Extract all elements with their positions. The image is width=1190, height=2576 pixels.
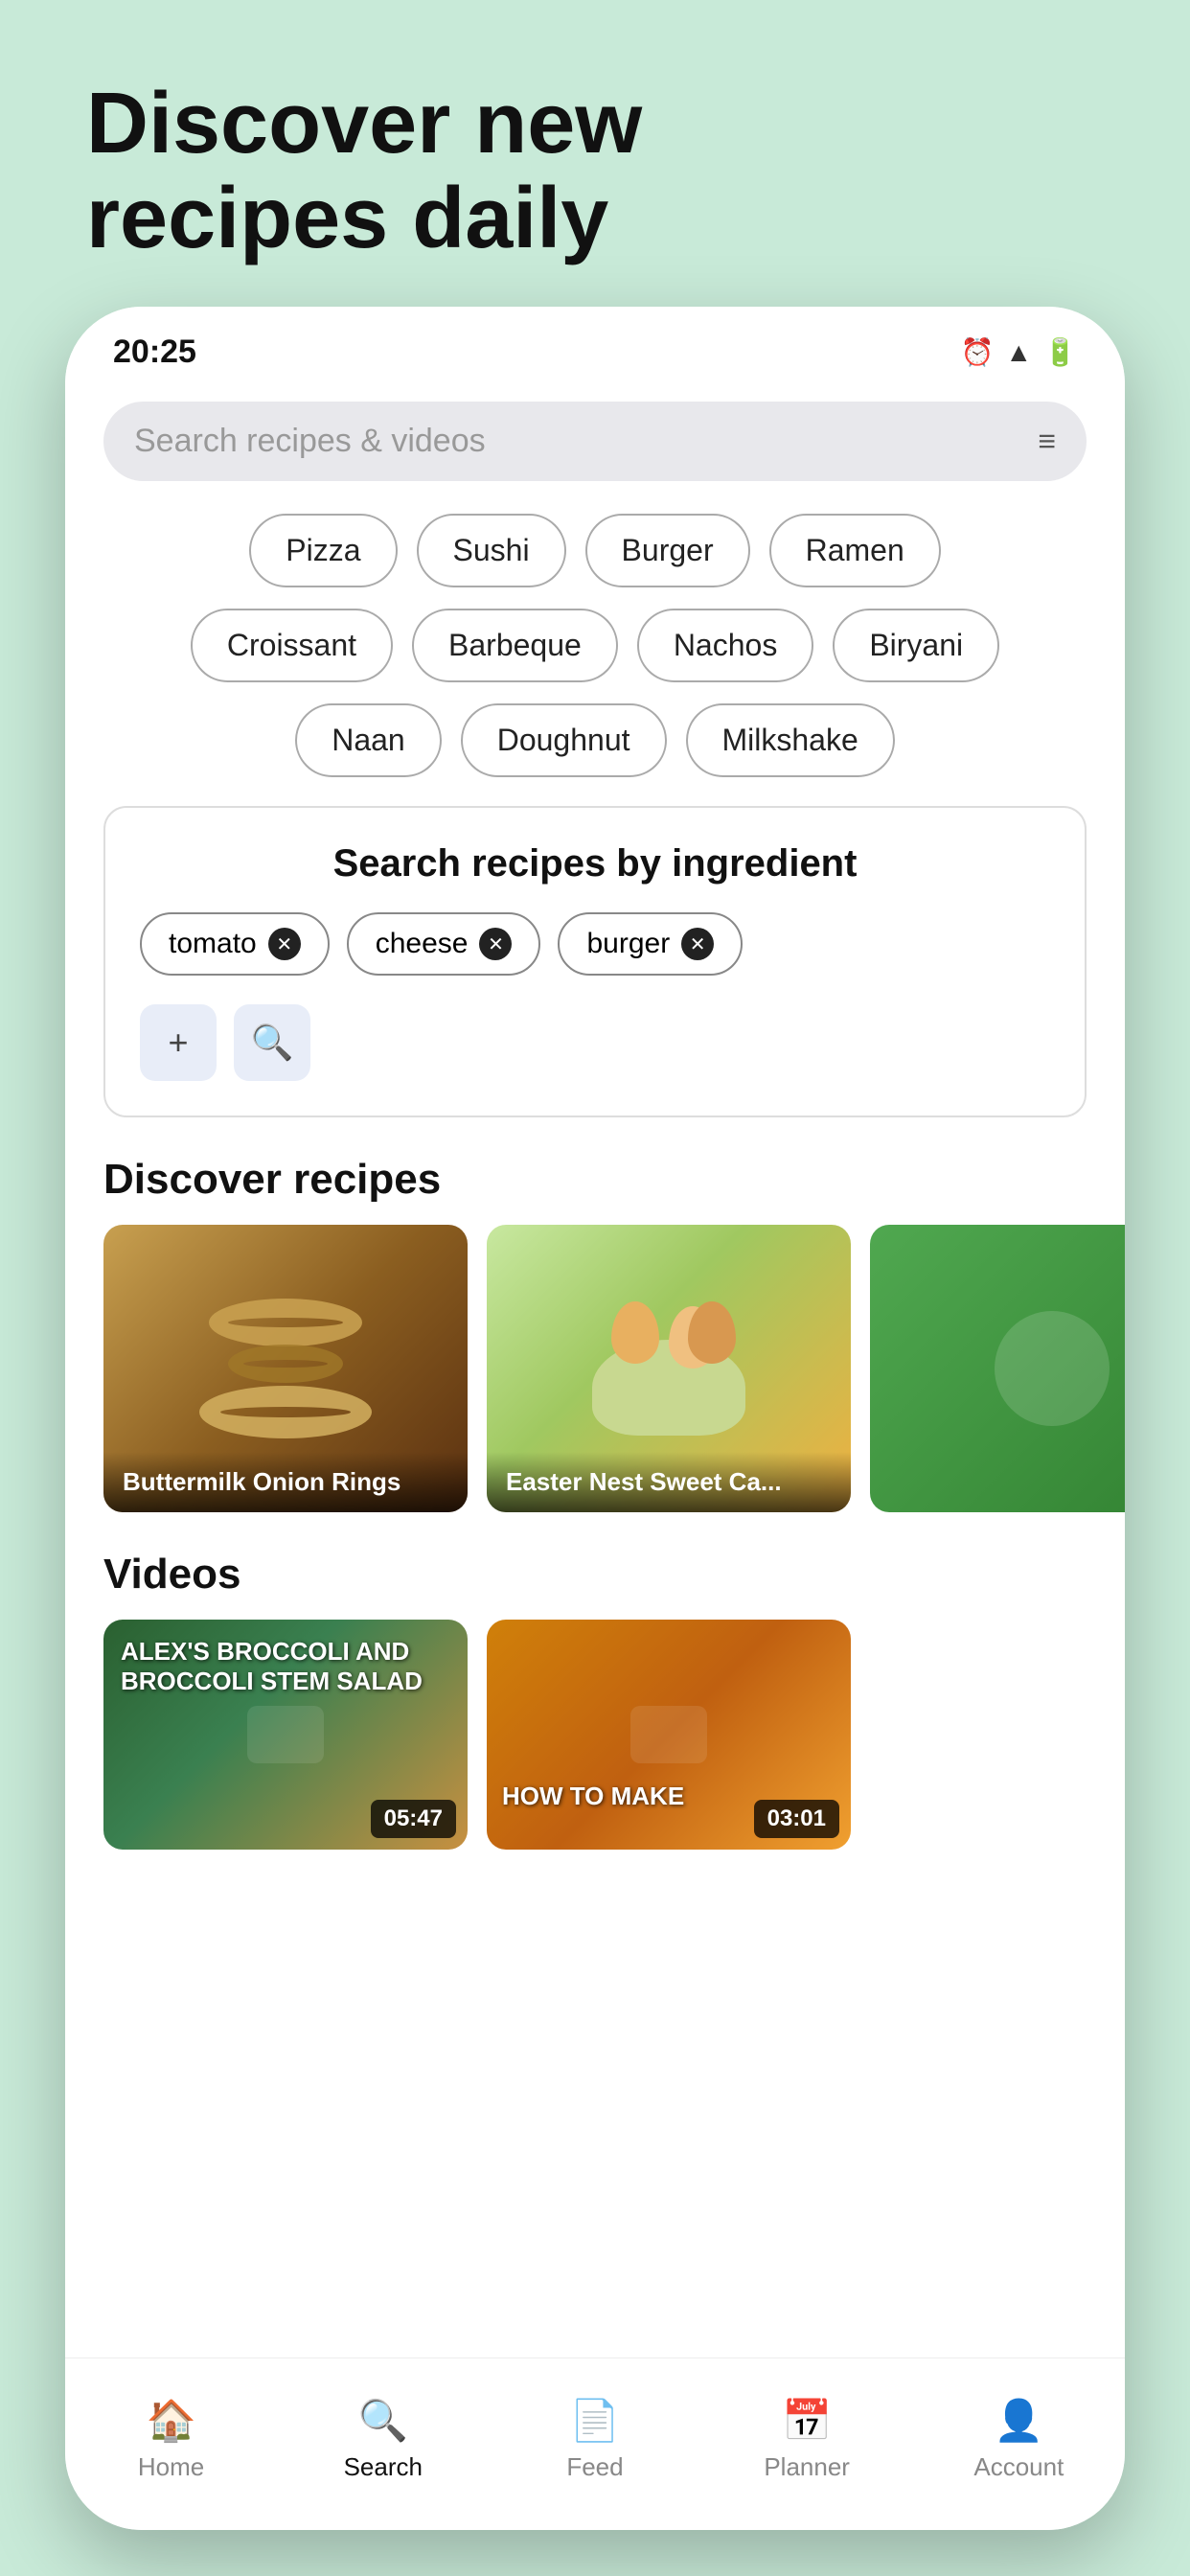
- category-ramen[interactable]: Ramen: [769, 514, 941, 587]
- bottom-nav: 🏠 Home 🔍 Search 📄 Feed 📅 Planner 👤 Accou…: [65, 2358, 1125, 2530]
- category-burger[interactable]: Burger: [585, 514, 750, 587]
- video-duration-cheese: 03:01: [754, 1800, 839, 1838]
- category-barbeque[interactable]: Barbeque: [412, 609, 618, 682]
- nav-feed[interactable]: 📄 Feed: [523, 2398, 667, 2482]
- category-doughnut[interactable]: Doughnut: [461, 703, 667, 777]
- videos-scroll: ALEX'S BROCCOLI AND BROCCOLI STEM SALAD …: [65, 1620, 1125, 1850]
- nav-search-label: Search: [344, 2452, 423, 2482]
- category-sushi[interactable]: Sushi: [417, 514, 566, 587]
- search-ingredient-button[interactable]: 🔍: [234, 1004, 310, 1081]
- discover-recipes-title: Discover recipes: [65, 1146, 1125, 1225]
- feed-icon: 📄: [570, 2398, 620, 2445]
- video-duration-broccoli: 05:47: [371, 1800, 456, 1838]
- ingredient-tag-burger[interactable]: burger ✕: [558, 912, 743, 976]
- remove-tomato-button[interactable]: ✕: [268, 928, 301, 960]
- battery-icon: 🔋: [1043, 336, 1077, 368]
- remove-cheese-button[interactable]: ✕: [479, 928, 512, 960]
- video-card-broccoli[interactable]: ALEX'S BROCCOLI AND BROCCOLI STEM SALAD …: [103, 1620, 468, 1850]
- ingredient-actions: + 🔍: [140, 1004, 1050, 1081]
- status-icons: ⏰ ▲ 🔋: [961, 336, 1077, 368]
- ingredient-tag-label: cheese: [376, 928, 469, 960]
- category-nachos[interactable]: Nachos: [637, 609, 814, 682]
- ingredient-tag-label: tomato: [169, 928, 257, 960]
- category-row-3: Naan Doughnut Milkshake: [103, 703, 1087, 777]
- recipe-card-onion-rings[interactable]: Buttermilk Onion Rings: [103, 1225, 468, 1512]
- video-title-broccoli: ALEX'S BROCCOLI AND BROCCOLI STEM SALAD: [103, 1620, 468, 1714]
- wifi-icon: ▲: [1005, 337, 1032, 368]
- ingredient-search-title: Search recipes by ingredient: [140, 842, 1050, 886]
- nav-feed-label: Feed: [566, 2452, 623, 2482]
- nav-home-label: Home: [138, 2452, 204, 2482]
- videos-section-title: Videos: [65, 1541, 1125, 1620]
- ingredient-tag-tomato[interactable]: tomato ✕: [140, 912, 330, 976]
- category-row-2: Croissant Barbeque Nachos Biryani: [103, 609, 1087, 682]
- add-ingredient-button[interactable]: +: [140, 1004, 217, 1081]
- planner-icon: 📅: [782, 2398, 832, 2445]
- nav-planner[interactable]: 📅 Planner: [735, 2398, 879, 2482]
- ingredient-tags: tomato ✕ cheese ✕ burger ✕: [140, 912, 1050, 976]
- search-icon: 🔍: [251, 1023, 294, 1063]
- search-bar[interactable]: Search recipes & videos ≡: [103, 402, 1087, 481]
- account-icon: 👤: [994, 2398, 1043, 2445]
- plus-icon: +: [168, 1023, 188, 1063]
- nav-home[interactable]: 🏠 Home: [100, 2398, 243, 2482]
- filter-icon[interactable]: ≡: [1038, 424, 1056, 459]
- nav-search[interactable]: 🔍 Search: [311, 2398, 455, 2482]
- video-card-cheese[interactable]: HOW TO MAKE 03:01: [487, 1620, 851, 1850]
- search-nav-icon: 🔍: [358, 2398, 408, 2445]
- video-title-cheese: HOW TO MAKE: [502, 1782, 684, 1811]
- search-bar-placeholder: Search recipes & videos: [134, 423, 486, 460]
- recipe-card-image-third: [870, 1225, 1125, 1512]
- hero-title: Discover new recipes daily: [86, 77, 642, 266]
- category-croissant[interactable]: Croissant: [191, 609, 393, 682]
- categories-container: Pizza Sushi Burger Ramen Croissant Barbe…: [65, 504, 1125, 796]
- category-naan[interactable]: Naan: [295, 703, 442, 777]
- nav-account[interactable]: 👤 Account: [947, 2398, 1090, 2482]
- nav-account-label: Account: [973, 2452, 1064, 2482]
- search-bar-container: Search recipes & videos ≡: [65, 386, 1125, 504]
- recipe-card-third[interactable]: [870, 1225, 1125, 1512]
- remove-burger-button[interactable]: ✕: [681, 928, 714, 960]
- recipe-card-label-onion: Buttermilk Onion Rings: [103, 1452, 468, 1512]
- recipe-card-easter[interactable]: Easter Nest Sweet Ca...: [487, 1225, 851, 1512]
- nav-planner-label: Planner: [764, 2452, 850, 2482]
- category-milkshake[interactable]: Milkshake: [686, 703, 895, 777]
- alarm-icon: ⏰: [961, 336, 995, 368]
- ingredient-search-box: Search recipes by ingredient tomato ✕ ch…: [103, 806, 1087, 1117]
- recipe-card-label-easter: Easter Nest Sweet Ca...: [487, 1452, 851, 1512]
- ingredient-tag-cheese[interactable]: cheese ✕: [347, 912, 541, 976]
- home-icon: 🏠: [146, 2398, 195, 2445]
- ingredient-tag-label: burger: [586, 928, 670, 960]
- category-biryani[interactable]: Biryani: [833, 609, 999, 682]
- status-bar: 20:25 ⏰ ▲ 🔋: [65, 307, 1125, 386]
- category-row-1: Pizza Sushi Burger Ramen: [103, 514, 1087, 587]
- recipes-scroll: Buttermilk Onion Rings Easter Nest Sweet…: [65, 1225, 1125, 1541]
- status-time: 20:25: [113, 334, 196, 371]
- phone-frame: 20:25 ⏰ ▲ 🔋 Search recipes & videos ≡ Pi…: [65, 307, 1125, 2530]
- category-pizza[interactable]: Pizza: [249, 514, 397, 587]
